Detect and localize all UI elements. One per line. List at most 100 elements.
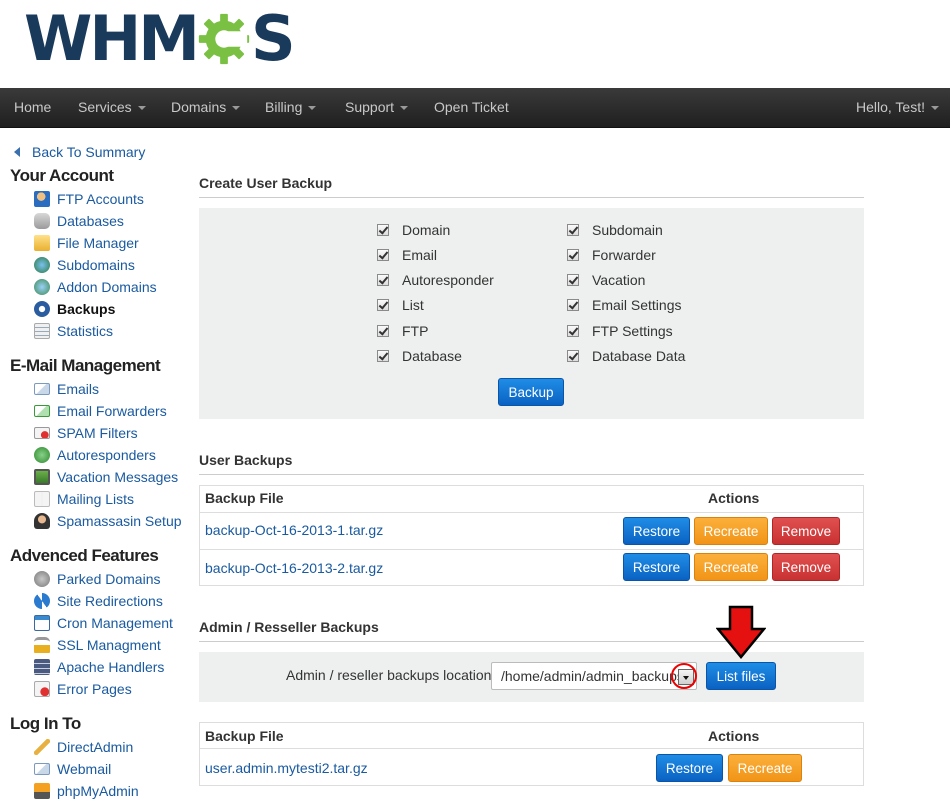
section-divider xyxy=(199,197,864,198)
checkbox[interactable] xyxy=(377,249,389,261)
sidebar-item-webmail[interactable]: Webmail xyxy=(34,759,111,779)
backup-location-select[interactable]: /home/admin/admin_backups xyxy=(491,662,697,690)
sidebar-item-parked-domains[interactable]: Parked Domains xyxy=(34,569,161,589)
logo-text-right: S xyxy=(250,2,296,75)
sidebar-item-emails[interactable]: Emails xyxy=(34,379,99,399)
caret-down-icon xyxy=(232,106,241,111)
sidebar-item-statistics[interactable]: Statistics xyxy=(34,321,113,341)
recreate-button[interactable]: Recreate xyxy=(728,754,802,782)
option-domain[interactable]: Domain xyxy=(377,220,450,240)
option-ftp[interactable]: FTP xyxy=(377,321,428,341)
clock-icon xyxy=(34,301,50,317)
users-icon xyxy=(34,191,50,207)
sidebar-item-site-redirections[interactable]: Site Redirections xyxy=(34,591,163,611)
tv-icon xyxy=(34,469,50,485)
nav-user-menu[interactable]: Hello, Test! xyxy=(856,88,939,128)
folder-icon xyxy=(34,235,50,251)
table-row: backup-Oct-16-2013-2.tar.gz Restore Recr… xyxy=(200,549,863,587)
option-email-settings[interactable]: Email Settings xyxy=(567,295,681,315)
key-icon xyxy=(34,739,50,755)
checkbox[interactable] xyxy=(567,325,579,337)
option-list[interactable]: List xyxy=(377,295,424,315)
sidebar-item-label: Email Forwarders xyxy=(57,403,167,419)
backup-file-link[interactable]: backup-Oct-16-2013-2.tar.gz xyxy=(205,560,383,576)
sidebar-item-directadmin[interactable]: DirectAdmin xyxy=(34,737,133,757)
option-vacation[interactable]: Vacation xyxy=(567,270,645,290)
sidebar-item-spam-filters[interactable]: SPAM Filters xyxy=(34,423,138,443)
backup-file-link[interactable]: user.admin.mytesti2.tar.gz xyxy=(205,760,368,776)
option-label: Database xyxy=(402,348,462,364)
sidebar-item-mailing-lists[interactable]: Mailing Lists xyxy=(34,489,134,509)
sidebar-item-vacation-messages[interactable]: Vacation Messages xyxy=(34,467,178,487)
remove-button[interactable]: Remove xyxy=(772,517,840,545)
phpmyadmin-icon xyxy=(34,783,50,799)
sidebar-item-addon-domains[interactable]: Addon Domains xyxy=(34,277,157,297)
nav-support[interactable]: Support xyxy=(345,88,409,128)
sidebar-item-cron-management[interactable]: Cron Management xyxy=(34,613,173,633)
sidebar-item-subdomains[interactable]: Subdomains xyxy=(34,255,135,275)
backup-file-link[interactable]: backup-Oct-16-2013-1.tar.gz xyxy=(205,522,383,538)
sidebar-item-label: Spamassasin Setup xyxy=(57,513,182,529)
sidebar-item-email-forwarders[interactable]: Email Forwarders xyxy=(34,401,167,421)
option-label: List xyxy=(402,297,424,313)
sidebar-heading-email-management: E-Mail Management xyxy=(10,356,161,375)
recreate-button[interactable]: Recreate xyxy=(694,553,768,581)
option-ftp-settings[interactable]: FTP Settings xyxy=(567,321,673,341)
nav-domains[interactable]: Domains xyxy=(171,88,241,128)
recreate-button[interactable]: Recreate xyxy=(694,517,768,545)
envelope-forward-icon xyxy=(34,405,50,417)
checkbox[interactable] xyxy=(377,274,389,286)
whmcs-logo[interactable]: WHM S xyxy=(24,2,296,75)
table-row: backup-Oct-16-2013-1.tar.gz Restore Recr… xyxy=(200,512,863,550)
checkbox[interactable] xyxy=(377,224,389,236)
remove-button[interactable]: Remove xyxy=(772,553,840,581)
backup-button[interactable]: Backup xyxy=(498,378,564,406)
option-email[interactable]: Email xyxy=(377,245,437,265)
nav-open-ticket[interactable]: Open Ticket xyxy=(434,88,509,128)
restore-button[interactable]: Restore xyxy=(623,517,690,545)
restore-button[interactable]: Restore xyxy=(623,553,690,581)
sidebar-heading-your-account: Your Account xyxy=(10,166,114,185)
sidebar-item-ssl-managment[interactable]: SSL Managment xyxy=(34,635,161,655)
option-label: Email Settings xyxy=(592,297,682,313)
nav-billing-label: Billing xyxy=(265,99,303,115)
sidebar-item-apache-handlers[interactable]: Apache Handlers xyxy=(34,657,164,677)
restore-button[interactable]: Restore xyxy=(656,754,723,782)
sidebar-item-phpmyadmin[interactable]: phpMyAdmin xyxy=(34,781,139,801)
sidebar-item-label: Site Redirections xyxy=(57,593,163,609)
backup-location-label: Admin / reseller backups location: xyxy=(286,667,496,683)
checkbox[interactable] xyxy=(377,325,389,337)
back-to-summary-link[interactable]: Back To Summary xyxy=(12,144,145,160)
webmail-icon xyxy=(34,763,50,775)
parked-globe-icon xyxy=(34,571,50,587)
checkbox[interactable] xyxy=(567,274,579,286)
checkbox[interactable] xyxy=(567,299,579,311)
checkbox[interactable] xyxy=(567,350,579,362)
option-autoresponder[interactable]: Autoresponder xyxy=(377,270,494,290)
option-forwarder[interactable]: Forwarder xyxy=(567,245,656,265)
sidebar-item-backups[interactable]: Backups xyxy=(34,299,115,319)
sidebar-item-spamassasin-setup[interactable]: Spamassasin Setup xyxy=(34,511,182,531)
sidebar-item-label: Autoresponders xyxy=(57,447,156,463)
checkbox[interactable] xyxy=(567,224,579,236)
sidebar-item-error-pages[interactable]: Error Pages xyxy=(34,679,132,699)
chevron-left-icon xyxy=(14,147,20,157)
caret-down-icon xyxy=(400,106,409,111)
checkbox[interactable] xyxy=(567,249,579,261)
envelope-icon xyxy=(34,383,50,395)
sidebar-item-file-manager[interactable]: File Manager xyxy=(34,233,139,253)
option-subdomain[interactable]: Subdomain xyxy=(567,220,663,240)
nav-user-label: Hello, Test! xyxy=(856,99,925,115)
list-files-button[interactable]: List files xyxy=(706,662,776,690)
option-database-data[interactable]: Database Data xyxy=(567,346,685,366)
sidebar-item-databases[interactable]: Databases xyxy=(34,211,124,231)
sidebar-item-autoresponders[interactable]: Autoresponders xyxy=(34,445,156,465)
option-database[interactable]: Database xyxy=(377,346,462,366)
sidebar-item-ftp-accounts[interactable]: FTP Accounts xyxy=(34,189,144,209)
error-page-icon xyxy=(34,681,50,697)
checkbox[interactable] xyxy=(377,350,389,362)
checkbox[interactable] xyxy=(377,299,389,311)
nav-services[interactable]: Services xyxy=(78,88,146,128)
nav-home[interactable]: Home xyxy=(14,88,51,128)
nav-billing[interactable]: Billing xyxy=(265,88,317,128)
